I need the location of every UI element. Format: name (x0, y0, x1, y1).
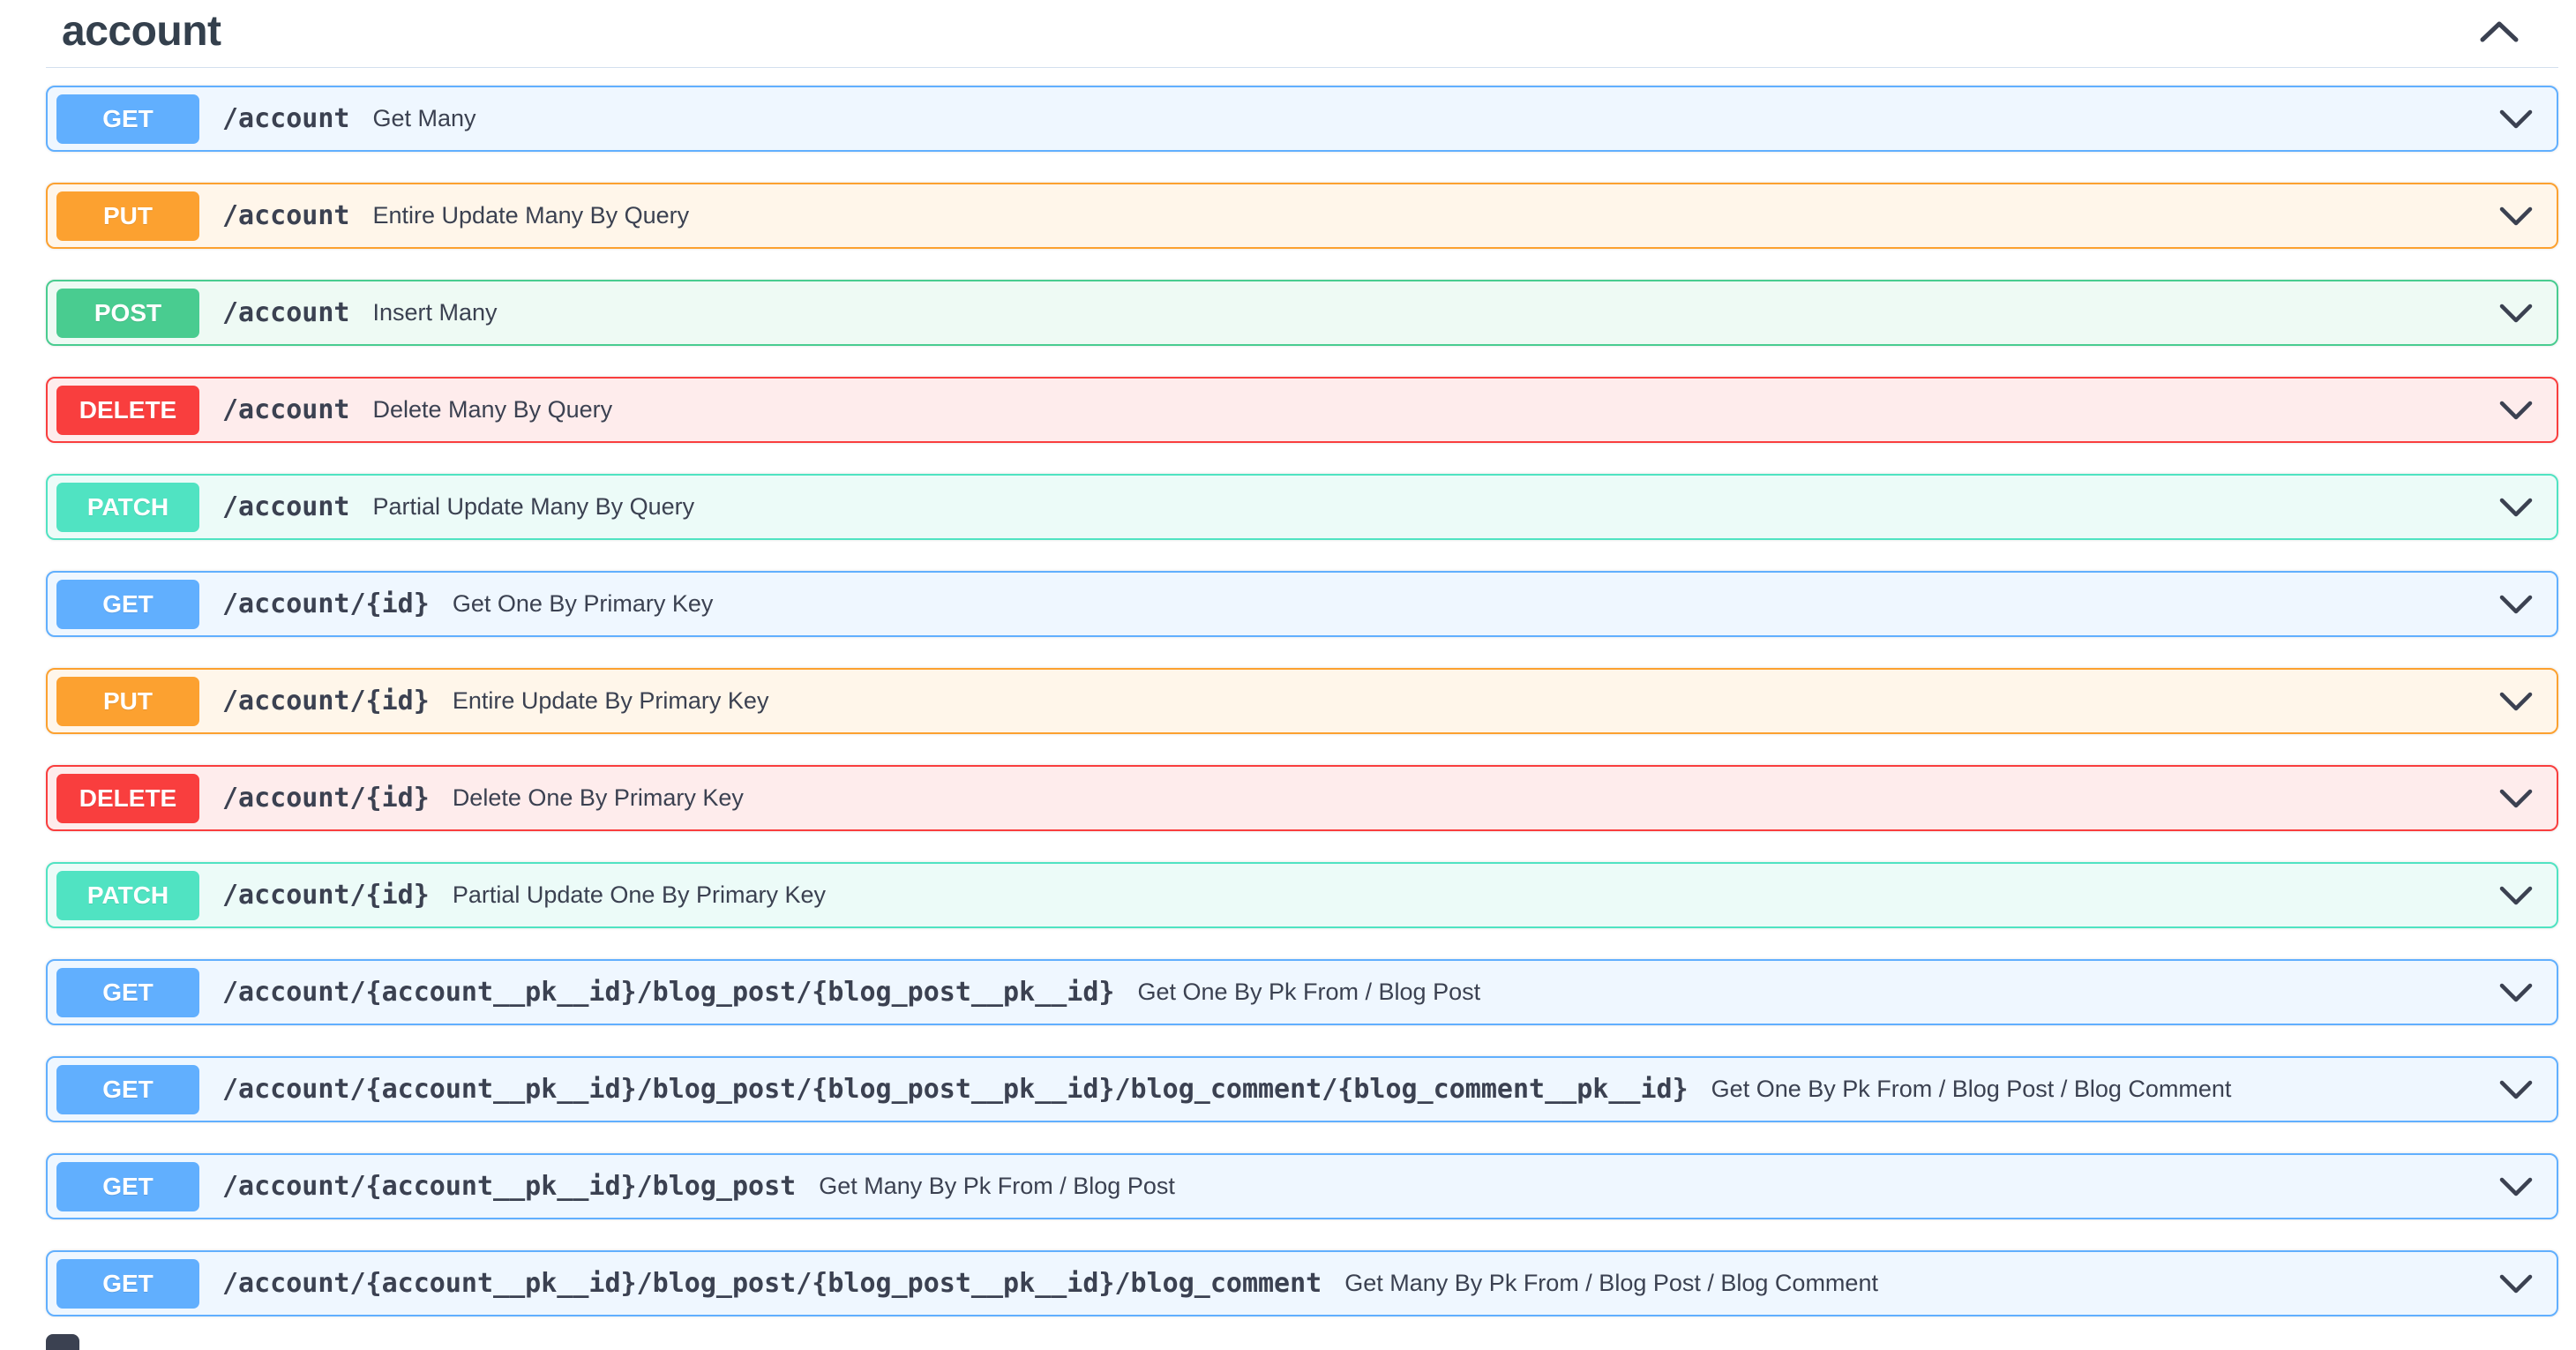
endpoint-summary: Get One By Pk From / Blog Post (1137, 979, 2481, 1006)
method-badge: GET (56, 1065, 199, 1114)
chevron-down-icon[interactable] (2481, 400, 2534, 421)
endpoint-path: /account/{account__pk__id}/blog_post (222, 1171, 796, 1202)
endpoint-row-put-1[interactable]: PUT /account Entire Update Many By Query (46, 183, 2558, 249)
method-badge: GET (56, 1259, 199, 1309)
endpoint-summary: Get One By Primary Key (453, 590, 2481, 618)
endpoint-row-delete-3[interactable]: DELETE /account Delete Many By Query (46, 377, 2558, 443)
chevron-down-icon[interactable] (2481, 1079, 2534, 1100)
endpoint-path: /account/{id} (222, 686, 430, 716)
method-badge: PATCH (56, 871, 199, 920)
endpoint-path: /account/{account__pk__id}/blog_post/{bl… (222, 977, 1114, 1008)
endpoint-path: /account/{id} (222, 880, 430, 911)
endpoint-row-put-6[interactable]: PUT /account/{id} Entire Update By Prima… (46, 668, 2558, 734)
endpoint-row-get-9[interactable]: GET /account/{account__pk__id}/blog_post… (46, 959, 2558, 1025)
method-badge: GET (56, 580, 199, 629)
method-badge: PATCH (56, 483, 199, 532)
endpoint-row-get-11[interactable]: GET /account/{account__pk__id}/blog_post… (46, 1153, 2558, 1219)
endpoint-summary: Get One By Pk From / Blog Post / Blog Co… (1711, 1076, 2481, 1103)
chevron-down-icon[interactable] (2481, 885, 2534, 906)
endpoint-summary: Delete Many By Query (373, 396, 2482, 424)
chevron-down-icon[interactable] (2481, 497, 2534, 518)
endpoint-row-get-5[interactable]: GET /account/{id} Get One By Primary Key (46, 571, 2558, 637)
endpoint-row-patch-8[interactable]: PATCH /account/{id} Partial Update One B… (46, 862, 2558, 928)
endpoint-summary: Entire Update By Primary Key (453, 687, 2481, 715)
endpoint-path: /account (222, 103, 350, 134)
method-badge: PUT (56, 677, 199, 726)
tag-header[interactable]: account (46, 0, 2558, 68)
endpoint-path: /account/{id} (222, 783, 430, 814)
chevron-down-icon[interactable] (2481, 594, 2534, 615)
chevron-down-icon[interactable] (2481, 982, 2534, 1003)
endpoint-summary: Delete One By Primary Key (453, 784, 2481, 812)
chevron-down-icon[interactable] (2481, 109, 2534, 130)
endpoint-path: /account (222, 491, 350, 522)
endpoint-path: /account/{id} (222, 589, 430, 619)
endpoint-summary: Partial Update One By Primary Key (453, 881, 2481, 909)
partial-next-block (46, 1334, 79, 1350)
endpoint-path: /account (222, 200, 350, 231)
chevron-down-icon[interactable] (2481, 1176, 2534, 1197)
endpoint-row-get-10[interactable]: GET /account/{account__pk__id}/blog_post… (46, 1056, 2558, 1122)
method-badge: GET (56, 968, 199, 1017)
endpoint-summary: Entire Update Many By Query (373, 202, 2482, 229)
endpoint-summary: Get Many By Pk From / Blog Post / Blog C… (1344, 1270, 2481, 1297)
endpoint-summary: Get Many By Pk From / Blog Post (819, 1173, 2481, 1200)
endpoint-row-get-0[interactable]: GET /account Get Many (46, 86, 2558, 152)
endpoint-row-patch-4[interactable]: PATCH /account Partial Update Many By Qu… (46, 474, 2558, 540)
method-badge: GET (56, 1162, 199, 1211)
chevron-down-icon[interactable] (2481, 206, 2534, 227)
endpoint-list: GET /account Get Many PUT /account Entir… (46, 68, 2558, 1316)
method-badge: GET (56, 94, 199, 144)
endpoint-row-post-2[interactable]: POST /account Insert Many (46, 280, 2558, 346)
method-badge: DELETE (56, 774, 199, 823)
endpoint-path: /account/{account__pk__id}/blog_post/{bl… (222, 1074, 1689, 1105)
endpoint-row-delete-7[interactable]: DELETE /account/{id} Delete One By Prima… (46, 765, 2558, 831)
chevron-down-icon[interactable] (2481, 788, 2534, 809)
endpoint-summary: Partial Update Many By Query (373, 493, 2482, 521)
endpoint-summary: Get Many (373, 105, 2482, 132)
endpoint-path: /account (222, 394, 350, 425)
chevron-up-icon[interactable] (2479, 20, 2520, 43)
endpoint-path: /account (222, 297, 350, 328)
api-docs-page: account GET /account Get Many PUT /accou… (0, 0, 2576, 1316)
method-badge: PUT (56, 191, 199, 241)
section-title: account (62, 11, 221, 53)
tag-section-account: account GET /account Get Many PUT /accou… (0, 0, 2576, 1316)
endpoint-row-get-12[interactable]: GET /account/{account__pk__id}/blog_post… (46, 1250, 2558, 1316)
endpoint-summary: Insert Many (373, 299, 2482, 326)
endpoint-path: /account/{account__pk__id}/blog_post/{bl… (222, 1268, 1322, 1299)
method-badge: DELETE (56, 386, 199, 435)
method-badge: POST (56, 289, 199, 338)
chevron-down-icon[interactable] (2481, 303, 2534, 324)
chevron-down-icon[interactable] (2481, 1273, 2534, 1294)
chevron-down-icon[interactable] (2481, 691, 2534, 712)
